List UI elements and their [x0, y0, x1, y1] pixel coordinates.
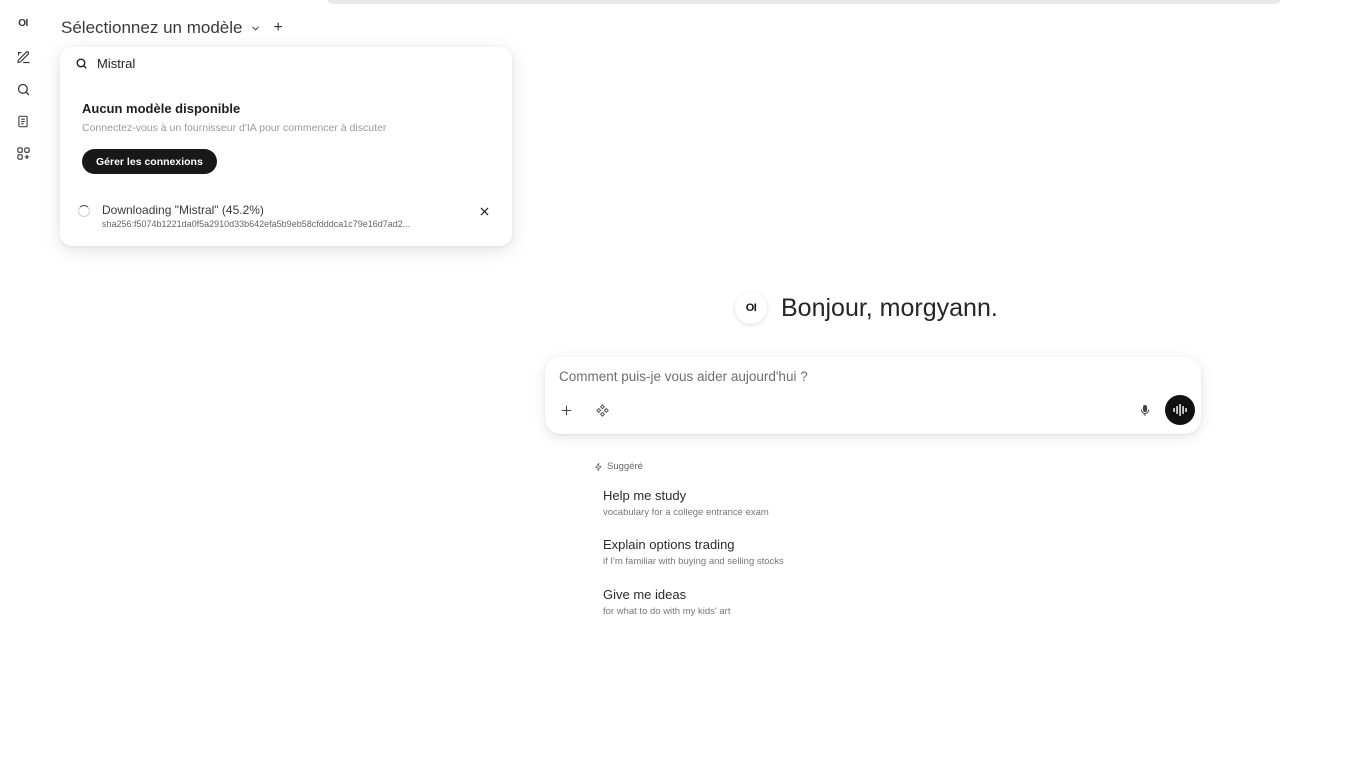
plus-icon — [561, 405, 571, 415]
integrations-icon — [595, 403, 609, 417]
cancel-download-button[interactable] — [476, 203, 492, 219]
model-dropdown: Mistral Aucun modèle disponible Connecte… — [60, 47, 512, 246]
pencil-icon — [16, 50, 30, 63]
empty-state-title: Aucun modèle disponible — [82, 101, 241, 116]
workspace-button[interactable] — [8, 138, 38, 168]
app-logo[interactable]: OI — [8, 8, 38, 38]
model-selector[interactable]: Sélectionnez un modèle + — [61, 18, 283, 38]
model-avatar: OI — [735, 292, 767, 324]
close-icon — [480, 207, 488, 215]
add-model-button[interactable]: + — [273, 19, 282, 37]
suggestion-item[interactable]: Help me study vocabulary for a college e… — [603, 488, 863, 518]
greeting-text: Bonjour, morgyann. — [781, 293, 998, 322]
search-icon — [75, 57, 88, 70]
suggestion-title: Help me study — [603, 488, 687, 503]
suggestion-subtitle: vocabulary for a college entrance exam — [603, 507, 769, 518]
microphone-icon — [1141, 404, 1149, 416]
download-status: Downloading "Mistral" (45.2%) — [102, 203, 264, 217]
search-button[interactable] — [8, 74, 38, 104]
top-bar-strip — [328, 0, 1280, 4]
suggestion-item[interactable]: Explain options trading if I'm familiar … — [603, 537, 863, 567]
chat-input-box — [545, 357, 1201, 434]
suggestion-item[interactable]: Give me ideas for what to do with my kid… — [603, 587, 863, 617]
chevron-down-icon — [250, 23, 261, 34]
model-search-input[interactable]: Mistral — [97, 56, 135, 71]
grid-icon — [16, 146, 30, 160]
manage-connections-button[interactable]: Gérer les connexions — [82, 149, 217, 174]
bolt-icon — [594, 462, 603, 472]
model-selector-label: Sélectionnez un modèle — [61, 18, 243, 37]
voice-mode-button[interactable] — [1165, 395, 1195, 425]
new-chat-button[interactable] — [8, 42, 38, 72]
attach-button[interactable] — [554, 398, 578, 422]
suggestion-title: Explain options trading — [603, 537, 735, 552]
suggestion-subtitle: for what to do with my kids' art — [603, 606, 731, 617]
empty-state-subtitle: Connectez-vous à un fournisseur d'IA pou… — [82, 122, 387, 134]
suggestions-header-label: Suggéré — [607, 461, 643, 472]
suggestion-title: Give me ideas — [603, 587, 687, 602]
dictate-button[interactable] — [1133, 398, 1157, 422]
sidebar: OI — [0, 8, 46, 768]
suggestions-header: Suggéré — [594, 461, 643, 472]
notes-button[interactable] — [8, 106, 38, 136]
waveform-icon — [1173, 404, 1187, 416]
search-icon — [17, 83, 29, 95]
spinner-icon — [78, 205, 90, 217]
model-search[interactable]: Mistral — [75, 56, 135, 71]
notes-icon — [18, 115, 28, 127]
download-hash: sha256:f5074b1221da0f5a2910d33b642efa5b9… — [102, 219, 411, 229]
suggestion-subtitle: if I'm familiar with buying and selling … — [603, 556, 784, 567]
integrations-button[interactable] — [590, 398, 614, 422]
greeting: OI Bonjour, morgyann. — [735, 292, 998, 324]
chat-input[interactable] — [557, 365, 1177, 387]
